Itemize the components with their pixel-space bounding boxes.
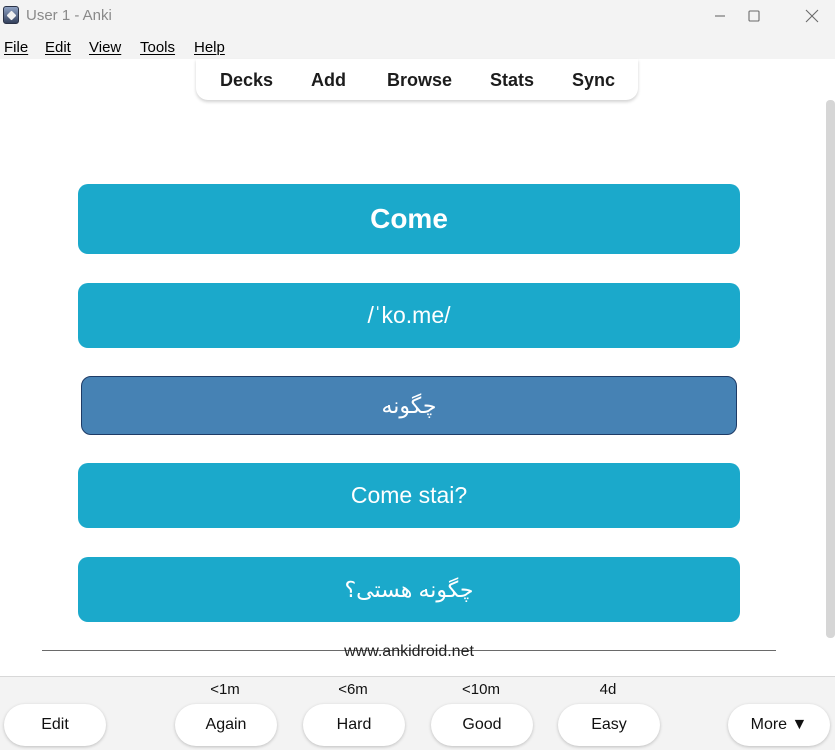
stats-button[interactable]: Stats xyxy=(490,70,534,91)
maximize-button[interactable] xyxy=(731,0,777,32)
sync-button[interactable]: Sync xyxy=(572,70,615,91)
again-button[interactable]: Again xyxy=(175,704,277,746)
menu-file[interactable]: File xyxy=(4,39,28,56)
source-link[interactable]: www.ankidroid.net xyxy=(0,643,818,661)
anki-app-icon xyxy=(3,6,19,24)
close-button[interactable] xyxy=(789,0,835,32)
word-button[interactable]: Come xyxy=(78,184,740,254)
decks-button[interactable]: Decks xyxy=(220,70,273,91)
hard-interval: <6m xyxy=(338,681,368,698)
minimize-icon xyxy=(715,15,725,17)
menu-view[interactable]: View xyxy=(89,39,121,56)
menu-help[interactable]: Help xyxy=(194,39,225,56)
translation-button[interactable]: چگونه xyxy=(81,376,737,435)
again-interval: <1m xyxy=(210,681,240,698)
edit-button[interactable]: Edit xyxy=(4,704,106,746)
maximize-icon xyxy=(748,10,760,22)
example-translation-button[interactable]: چگونه هستی؟ xyxy=(78,557,740,622)
main-toolbar: Decks Add Browse Stats Sync xyxy=(196,59,638,100)
menu-tools[interactable]: Tools xyxy=(140,39,175,56)
vertical-scrollbar[interactable] xyxy=(826,100,835,638)
answer-bar: <1m <6m <10m 4d Edit Again Hard Good Eas… xyxy=(0,676,835,750)
menu-edit[interactable]: Edit xyxy=(45,39,71,56)
window-title: User 1 - Anki xyxy=(26,7,112,24)
good-interval: <10m xyxy=(462,681,500,698)
browse-button[interactable]: Browse xyxy=(387,70,452,91)
hard-button[interactable]: Hard xyxy=(303,704,405,746)
easy-interval: 4d xyxy=(599,681,617,698)
example-button[interactable]: Come stai? xyxy=(78,463,740,528)
more-button[interactable]: More ▼ xyxy=(728,704,830,746)
title-bar: User 1 - Anki xyxy=(0,0,835,32)
add-button[interactable]: Add xyxy=(311,70,346,91)
easy-button[interactable]: Easy xyxy=(558,704,660,746)
pronunciation-button[interactable]: /ˈko.me/ xyxy=(78,283,740,348)
close-icon xyxy=(805,9,819,23)
good-button[interactable]: Good xyxy=(431,704,533,746)
menu-bar: File Edit View Tools Help xyxy=(0,32,835,59)
